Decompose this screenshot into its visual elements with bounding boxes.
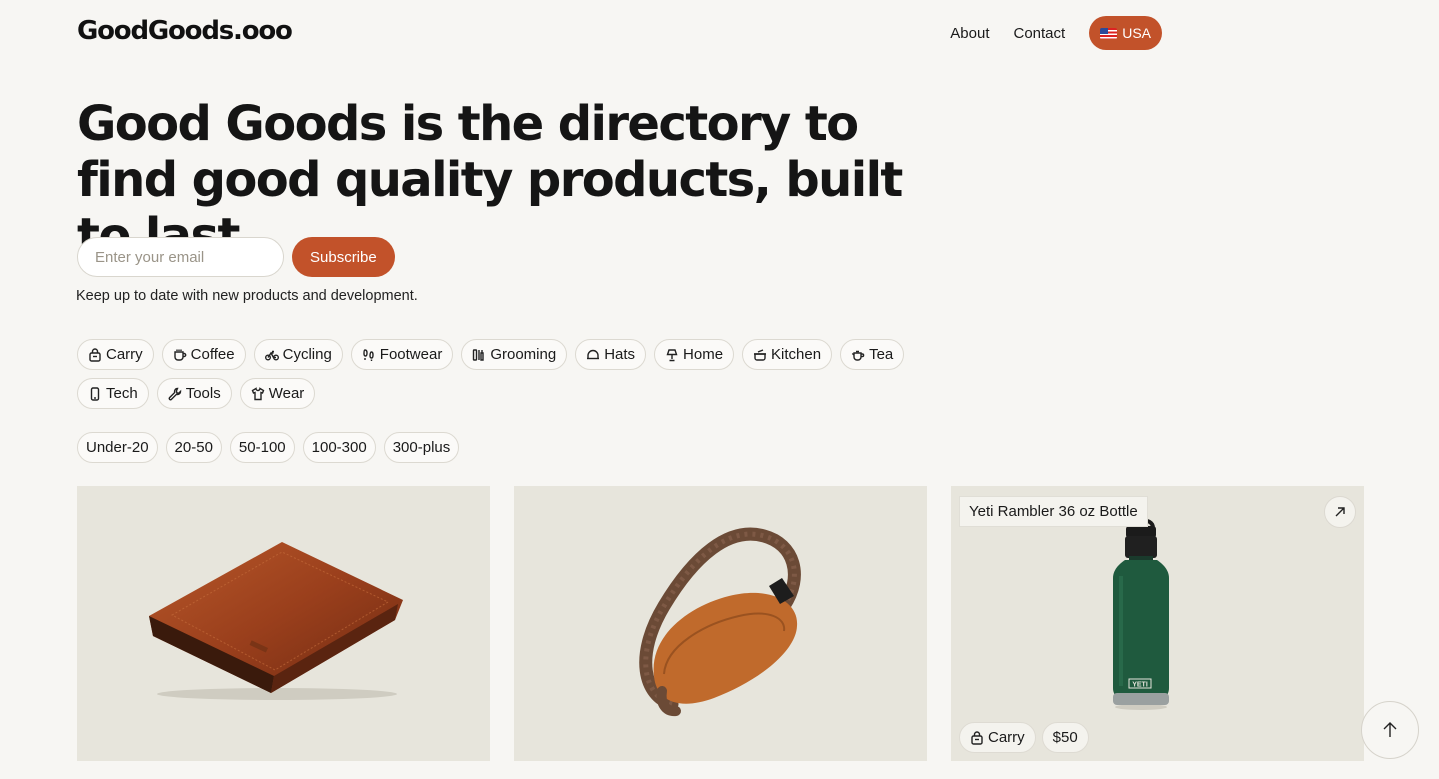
email-input[interactable] bbox=[77, 237, 284, 277]
category-label: Tea bbox=[869, 346, 894, 363]
category-label: Carry bbox=[106, 346, 143, 363]
category-chip-wear[interactable]: Wear bbox=[239, 378, 316, 409]
site-logo[interactable]: GoodGoods.ooo bbox=[77, 16, 293, 46]
razor-icon bbox=[473, 348, 485, 361]
category-filters: Carry Coffee Cycling Footwear Grooming H… bbox=[77, 339, 917, 409]
category-label: Home bbox=[683, 346, 724, 363]
category-chip-tea[interactable]: Tea bbox=[840, 339, 905, 370]
bottle-brand-text: YETI bbox=[1132, 682, 1148, 689]
product-card-sling-bag[interactable] bbox=[514, 486, 927, 761]
nav-contact-link[interactable]: Contact bbox=[1014, 25, 1066, 42]
phone-icon bbox=[90, 386, 100, 401]
teapot-icon bbox=[851, 350, 865, 361]
category-label: Hats bbox=[604, 346, 636, 363]
category-chip-carry[interactable]: Carry bbox=[77, 339, 154, 370]
category-label: Wear bbox=[268, 385, 305, 402]
sling-bag-image bbox=[639, 527, 801, 717]
product-grid: YETI Yeti Rambler 36 oz Bottle Carry $50 bbox=[77, 486, 1364, 761]
arrow-up-icon bbox=[1383, 722, 1397, 737]
category-chip-grooming[interactable]: Grooming bbox=[461, 339, 568, 370]
shirt-icon bbox=[251, 386, 265, 400]
lamp-icon bbox=[666, 348, 678, 361]
category-chip-footwear[interactable]: Footwear bbox=[350, 339, 454, 370]
price-chip-100-300[interactable]: 100-300 bbox=[302, 432, 376, 463]
cooking-pot-icon bbox=[754, 348, 767, 361]
top-nav: About Contact USA bbox=[950, 16, 1162, 50]
category-chip-tech[interactable]: Tech bbox=[77, 378, 149, 409]
category-label: Kitchen bbox=[771, 346, 822, 363]
site-header: GoodGoods.ooo About Contact USA bbox=[77, 14, 1162, 52]
category-label: Footwear bbox=[379, 346, 443, 363]
price-chip-300-plus[interactable]: 300-plus bbox=[383, 432, 460, 463]
product-category-label: Carry bbox=[988, 729, 1025, 746]
product-tags: Carry $50 bbox=[959, 722, 1089, 753]
footprints-icon bbox=[363, 348, 374, 361]
category-chip-hats[interactable]: Hats bbox=[575, 339, 647, 370]
price-chip-under-20[interactable]: Under-20 bbox=[77, 432, 158, 463]
wallet-image bbox=[149, 542, 403, 700]
category-chip-home[interactable]: Home bbox=[654, 339, 735, 370]
product-card-yeti-bottle[interactable]: YETI Yeti Rambler 36 oz Bottle Carry $50 bbox=[951, 486, 1364, 761]
product-title: Yeti Rambler 36 oz Bottle bbox=[959, 496, 1148, 527]
category-label: Grooming bbox=[490, 346, 557, 363]
category-label: Tools bbox=[185, 385, 221, 402]
price-chip-20-50[interactable]: 20-50 bbox=[165, 432, 222, 463]
bag-icon bbox=[971, 730, 983, 745]
us-flag-icon bbox=[1100, 27, 1118, 39]
price-filters: Under-20 20-50 50-100 100-300 300-plus bbox=[77, 432, 460, 463]
category-chip-tools[interactable]: Tools bbox=[156, 378, 232, 409]
subscribe-tagline: Keep up to date with new products and de… bbox=[76, 288, 418, 304]
subscribe-button[interactable]: Subscribe bbox=[292, 237, 395, 277]
open-product-button[interactable] bbox=[1324, 496, 1356, 528]
product-price-tag: $50 bbox=[1041, 722, 1089, 753]
bicycle-icon bbox=[264, 350, 279, 360]
category-chip-coffee[interactable]: Coffee bbox=[161, 339, 246, 370]
subscribe-form: Subscribe bbox=[77, 237, 395, 277]
hat-icon bbox=[587, 349, 600, 359]
region-button[interactable]: USA bbox=[1089, 16, 1162, 50]
arrow-up-right-icon bbox=[1335, 507, 1345, 517]
price-chip-50-100[interactable]: 50-100 bbox=[229, 432, 295, 463]
nav-about-link[interactable]: About bbox=[950, 25, 989, 42]
category-chip-kitchen[interactable]: Kitchen bbox=[742, 339, 833, 370]
category-label: Tech bbox=[106, 385, 138, 402]
category-chip-cycling[interactable]: Cycling bbox=[253, 339, 343, 370]
product-card-wallet[interactable] bbox=[77, 486, 490, 761]
category-label: Coffee bbox=[190, 346, 235, 363]
region-label: USA bbox=[1122, 25, 1151, 41]
bag-icon bbox=[89, 347, 101, 362]
wrench-icon bbox=[168, 387, 181, 400]
bottle-image: YETI bbox=[1113, 517, 1169, 710]
category-label: Cycling bbox=[282, 346, 332, 363]
hero-brand: Good Goods bbox=[77, 96, 387, 152]
scroll-to-top-button[interactable] bbox=[1361, 701, 1419, 759]
cup-icon bbox=[173, 349, 186, 361]
product-category-tag[interactable]: Carry bbox=[959, 722, 1036, 753]
